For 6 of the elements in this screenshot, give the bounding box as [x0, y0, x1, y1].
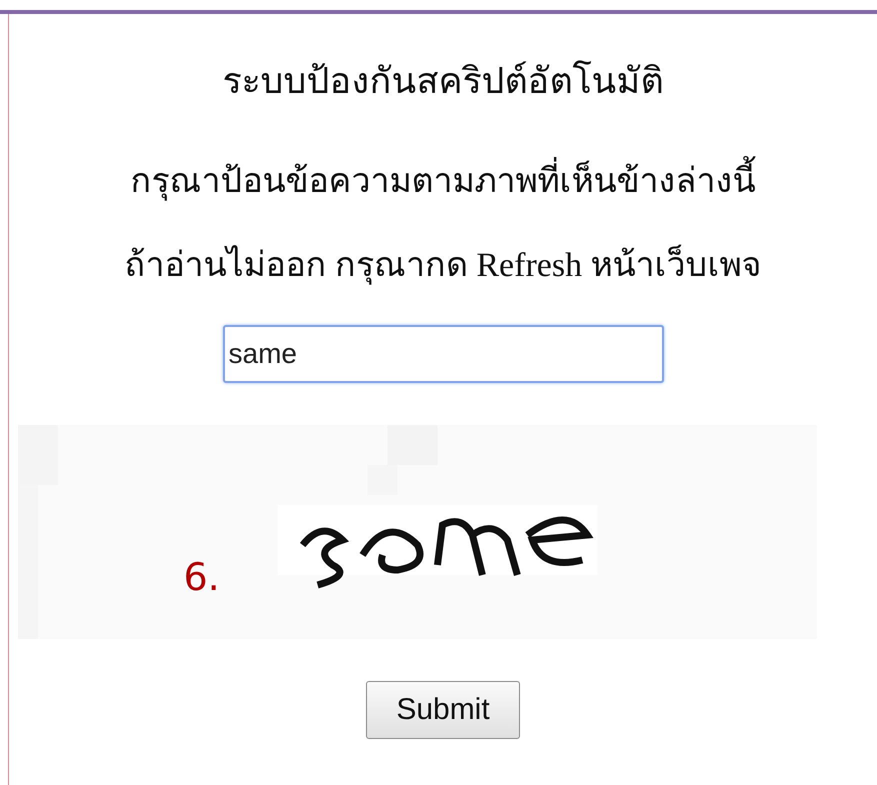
page-title: ระบบป้องกันสคริปต์อัตโนมัติ — [222, 59, 664, 103]
submit-button[interactable]: Submit — [366, 681, 520, 739]
instruction-text: กรุณาป้อนข้อความตามภาพที่เห็นข้างล่างนี้ — [130, 153, 756, 207]
instruction-text: ถ้าอ่านไม่ออก กรุณากด Refresh หน้าเว็บเพจ — [124, 237, 762, 291]
answer-field[interactable]: same — [222, 325, 664, 383]
step-number: 6. — [184, 555, 220, 599]
